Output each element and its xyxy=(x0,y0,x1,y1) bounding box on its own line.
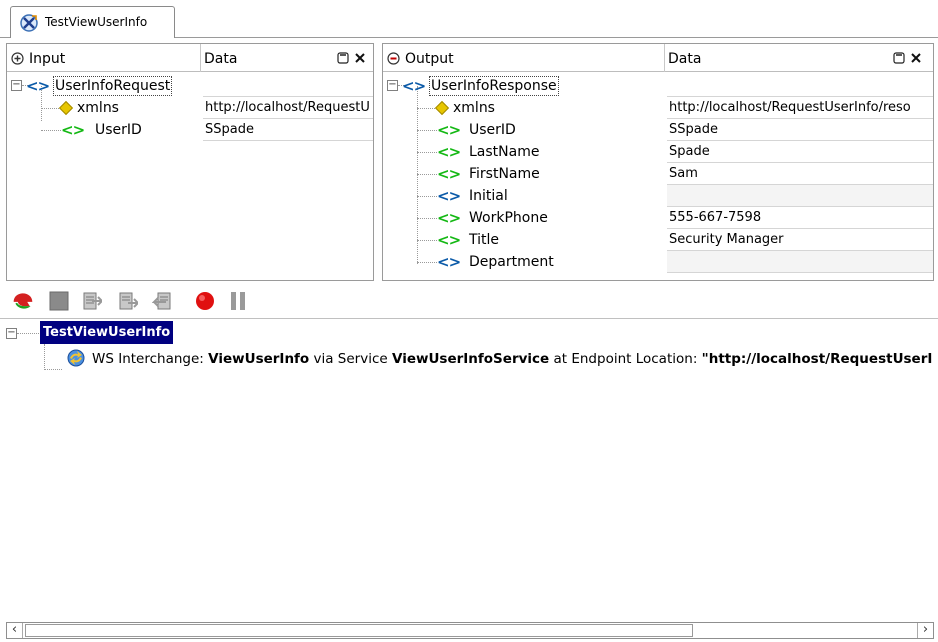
close-icon[interactable] xyxy=(355,53,365,63)
log-clip xyxy=(932,320,938,620)
step-into-icon[interactable] xyxy=(116,290,138,312)
output-panel-header: Output Data xyxy=(383,44,933,72)
pause-icon[interactable] xyxy=(228,290,250,312)
output-node-value[interactable] xyxy=(667,75,933,97)
output-node-name: Department xyxy=(469,254,554,270)
output-node-value[interactable] xyxy=(667,185,933,207)
element-icon: <> xyxy=(437,143,461,161)
scroll-left-icon[interactable]: ‹ xyxy=(7,623,23,638)
add-icon[interactable] xyxy=(11,52,24,65)
log-entry-endpoint: "http://localhost/RequestUserIr xyxy=(701,351,938,367)
test-toolbar xyxy=(0,283,938,319)
output-node-name: UserID xyxy=(469,122,516,138)
tab-testviewuserinfo[interactable]: TestViewUserInfo xyxy=(10,6,175,38)
input-panel-header: Input Data xyxy=(7,44,373,72)
ws-interchange-icon xyxy=(67,349,85,367)
output-node-value[interactable] xyxy=(667,251,933,273)
output-panel: Output Data − <> UserInfoResponse xmlns … xyxy=(382,43,934,281)
log-entry-prefix: WS Interchange: xyxy=(92,351,204,367)
log-entry[interactable]: WS Interchange: ViewUserInfo via Service… xyxy=(92,349,938,369)
step-out-icon[interactable] xyxy=(152,290,174,312)
output-node-name: xmlns xyxy=(453,100,495,116)
horizontal-scrollbar[interactable]: ‹ › xyxy=(6,622,934,639)
output-node-value[interactable]: SSpade xyxy=(667,119,933,141)
output-node-name: Title xyxy=(469,232,500,248)
output-node-value[interactable]: Spade xyxy=(667,141,933,163)
close-icon[interactable] xyxy=(911,53,921,63)
element-icon: <> xyxy=(437,231,461,249)
input-node-value[interactable]: SSpade xyxy=(203,119,373,141)
element-icon: <> xyxy=(437,209,461,227)
output-row-initial[interactable]: <> Initial xyxy=(383,185,933,207)
output-name-column-header[interactable]: Output xyxy=(405,44,665,72)
input-node-value[interactable]: http://localhost/RequestU xyxy=(203,97,373,119)
log-entry-operation: ViewUserInfo xyxy=(208,351,310,367)
step-icon[interactable] xyxy=(80,290,102,312)
collapse-icon[interactable]: − xyxy=(387,80,398,91)
remove-icon[interactable] xyxy=(387,52,400,65)
element-icon: <> xyxy=(437,165,461,183)
element-icon: <> xyxy=(437,121,461,139)
log-entry-service: ViewUserInfoService xyxy=(392,351,550,367)
run-icon[interactable] xyxy=(12,290,34,312)
output-node-name: FirstName xyxy=(469,166,540,182)
element-icon: <> xyxy=(26,77,50,95)
maximize-icon[interactable] xyxy=(893,52,905,64)
stop-icon[interactable] xyxy=(48,290,70,312)
input-node-name: xmlns xyxy=(77,100,119,116)
output-row-userinforesponse[interactable]: − <> UserInfoResponse xyxy=(383,75,933,97)
input-row-xmlns[interactable]: xmlns http://localhost/RequestU xyxy=(7,97,373,119)
output-node-value[interactable]: http://localhost/RequestUserInfo/reso xyxy=(667,97,933,119)
log-entry-via: via Service xyxy=(313,351,388,367)
test-log-tree: − TestViewUserInfo WS Interchange: ViewU… xyxy=(0,320,938,620)
output-row-xmlns[interactable]: xmlns http://localhost/RequestUserInfo/r… xyxy=(383,97,933,119)
attribute-icon xyxy=(434,100,450,116)
input-row-userinforequest[interactable]: − <> UserInfoRequest xyxy=(7,75,373,97)
maximize-icon[interactable] xyxy=(337,52,349,64)
output-node-value[interactable]: Security Manager xyxy=(667,229,933,251)
tab-label: TestViewUserInfo xyxy=(45,15,148,29)
output-node-value[interactable]: 555-667-7598 xyxy=(667,207,933,229)
output-row-title[interactable]: <> Title Security Manager xyxy=(383,229,933,251)
log-entry-at: at Endpoint Location: xyxy=(553,351,698,367)
output-node-name: UserInfoResponse xyxy=(429,76,559,96)
output-row-userid[interactable]: <> UserID SSpade xyxy=(383,119,933,141)
input-node-value[interactable] xyxy=(203,75,373,97)
output-row-workphone[interactable]: <> WorkPhone 555-667-7598 xyxy=(383,207,933,229)
input-name-column-header[interactable]: Input xyxy=(29,44,201,72)
output-node-name: LastName xyxy=(469,144,540,160)
output-row-firstname[interactable]: <> FirstName Sam xyxy=(383,163,933,185)
collapse-icon[interactable]: − xyxy=(11,80,22,91)
element-icon: <> xyxy=(61,121,85,139)
element-icon: <> xyxy=(437,187,461,205)
input-panel: Input Data − <> UserInfoRequest xmlns ht… xyxy=(6,43,374,281)
editor-tab-bar: TestViewUserInfo xyxy=(0,0,938,38)
scroll-thumb[interactable] xyxy=(25,624,693,637)
output-row-lastname[interactable]: <> LastName Spade xyxy=(383,141,933,163)
input-node-name: UserInfoRequest xyxy=(53,76,173,96)
output-node-name: WorkPhone xyxy=(469,210,548,226)
output-node-value[interactable]: Sam xyxy=(667,163,933,185)
input-node-name: UserID xyxy=(95,122,142,138)
record-icon[interactable] xyxy=(194,290,216,312)
element-icon: <> xyxy=(437,253,461,271)
scroll-right-icon[interactable]: › xyxy=(917,623,933,638)
log-root-node[interactable]: TestViewUserInfo xyxy=(40,321,174,344)
attribute-icon xyxy=(58,100,74,116)
web-service-test-icon xyxy=(20,14,38,32)
collapse-icon[interactable]: − xyxy=(6,328,17,339)
output-node-name: Initial xyxy=(469,188,508,204)
output-row-department[interactable]: <> Department xyxy=(383,251,933,273)
input-row-userid[interactable]: <> UserID SSpade xyxy=(7,119,373,141)
element-icon: <> xyxy=(402,77,426,95)
